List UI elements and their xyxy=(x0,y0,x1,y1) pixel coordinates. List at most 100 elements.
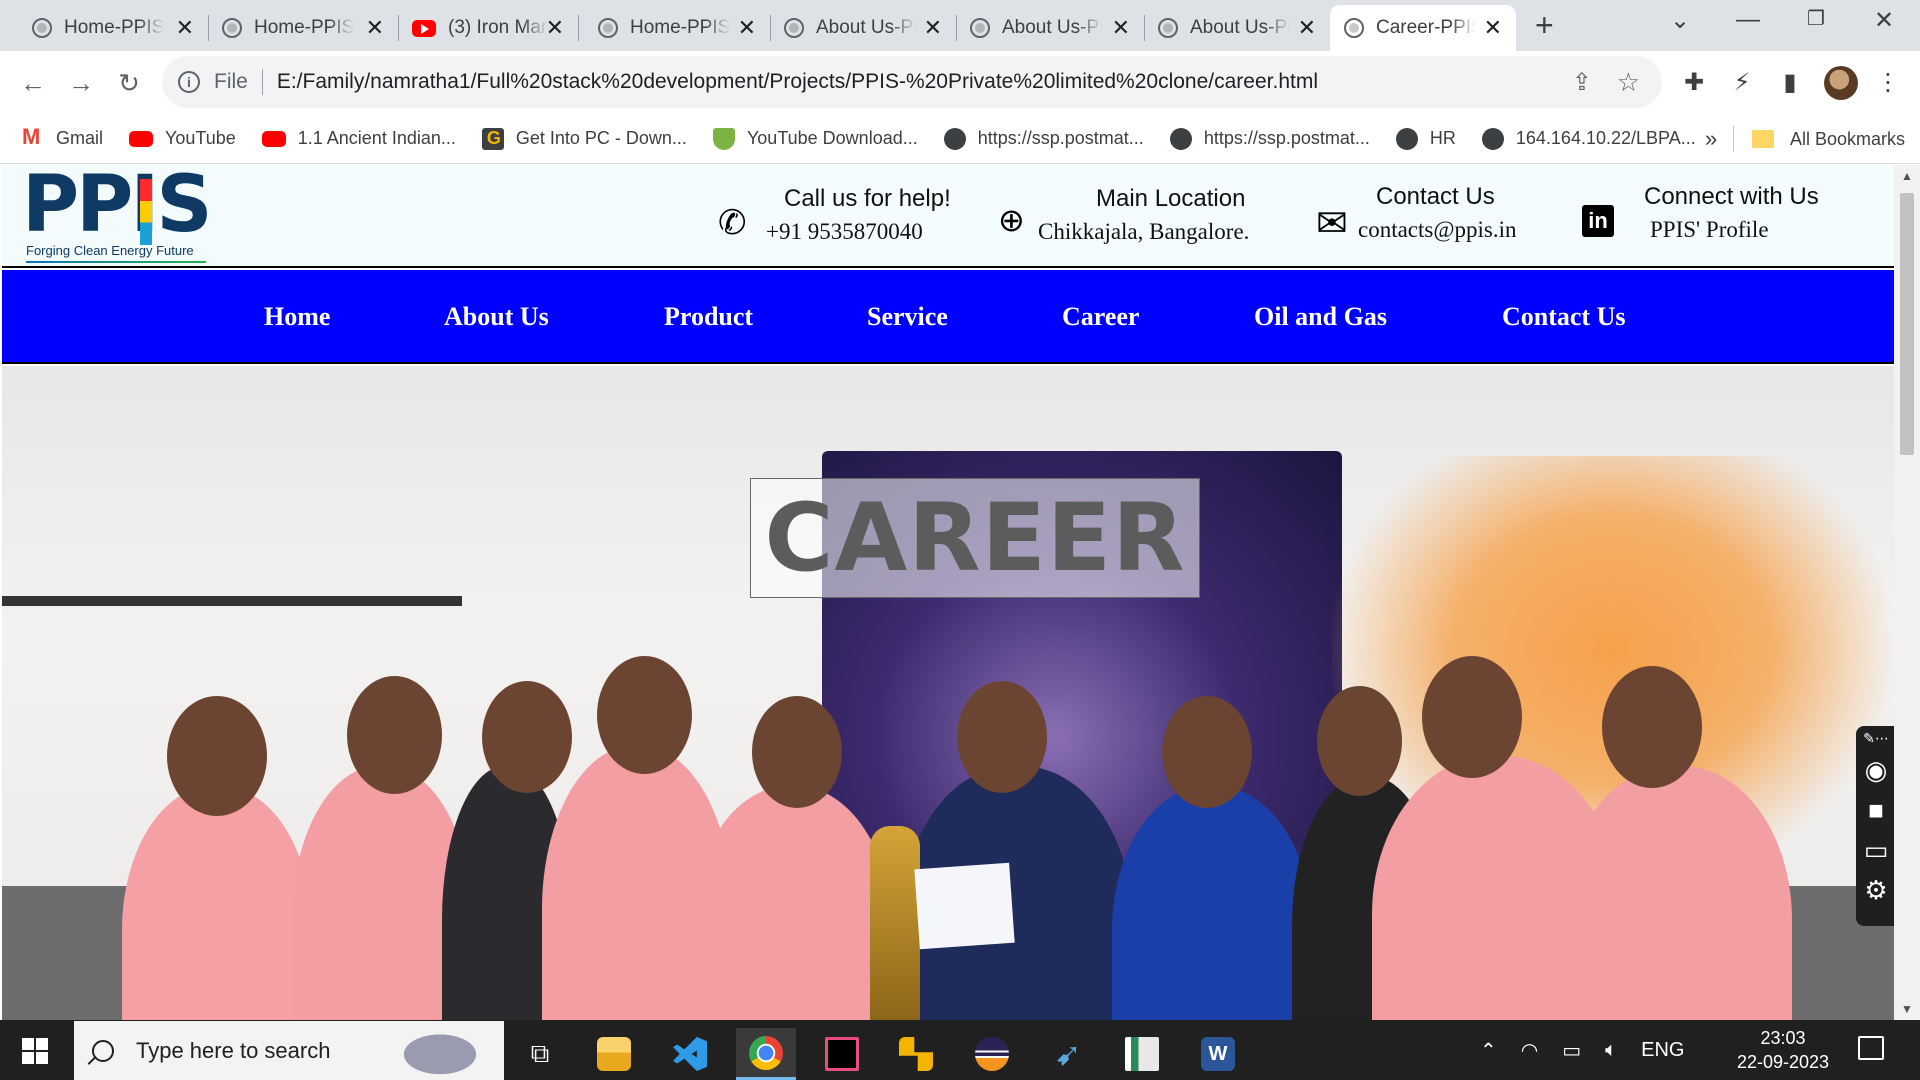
clock[interactable]: 23:03 22-09-2023 xyxy=(1733,1026,1833,1074)
close-tab-icon[interactable]: ✕ xyxy=(738,17,756,39)
mysql-icon[interactable]: ➹ xyxy=(1038,1028,1098,1080)
back-icon[interactable]: ← xyxy=(14,64,52,102)
header-contact[interactable]: ✉ Contact Us contacts@ppis.in xyxy=(1316,183,1556,245)
scroll-thumb[interactable] xyxy=(1900,193,1914,455)
tab-title: Career-PPIS xyxy=(1376,17,1476,38)
nav-contact-us[interactable]: Contact Us xyxy=(1502,302,1626,332)
bookmark-star-icon[interactable]: ☆ xyxy=(1617,67,1640,98)
all-bookmarks-button[interactable]: All Bookmarks xyxy=(1752,114,1905,164)
omnibox-divider xyxy=(261,69,263,95)
wifi-icon[interactable]: ◠ xyxy=(1521,1038,1538,1063)
trophy xyxy=(870,826,920,1020)
minimize-icon[interactable]: — xyxy=(1728,6,1768,34)
pen-icon[interactable]: ✎⋯ xyxy=(1856,726,1896,750)
intellij-icon[interactable] xyxy=(812,1028,872,1080)
restore-icon[interactable]: ❐ xyxy=(1796,6,1836,31)
windows-start-icon[interactable] xyxy=(22,1038,48,1064)
tab-5[interactable]: About Us-PPIS ✕ xyxy=(770,5,957,51)
search-highlight-image xyxy=(394,1029,486,1075)
file-explorer-icon[interactable] xyxy=(584,1028,644,1080)
close-tab-icon[interactable]: ✕ xyxy=(1298,17,1316,39)
word-icon[interactable]: W xyxy=(1188,1028,1248,1080)
bookmark-getintopc[interactable]: Get Into PC - Down... xyxy=(481,127,687,150)
tab-2[interactable]: Home-PPIS ✕ xyxy=(208,5,399,51)
clock-time: 23:03 xyxy=(1760,1028,1806,1048)
bookmark-label: 1.1 Ancient Indian... xyxy=(297,128,456,148)
scroll-up-icon[interactable]: ▲ xyxy=(1901,169,1913,183)
eclipse-icon[interactable] xyxy=(962,1028,1022,1080)
bookmark-gmail[interactable]: Gmail xyxy=(22,124,103,150)
header-connect[interactable]: in Connect with Us PPIS' Profile xyxy=(1582,183,1822,243)
close-tab-icon[interactable]: ✕ xyxy=(1112,17,1130,39)
youtube-icon xyxy=(261,130,286,147)
tab-6[interactable]: About Us-PPIS ✕ xyxy=(956,5,1145,51)
bookmark-ssp-2[interactable]: https://ssp.postmat... xyxy=(1169,127,1370,150)
nav-about-us[interactable]: About Us xyxy=(444,302,549,332)
bookmark-ssp-1[interactable]: https://ssp.postmat... xyxy=(943,127,1144,150)
video-icon[interactable]: ■ xyxy=(1856,790,1896,830)
tab-7[interactable]: About Us-PPIS ✕ xyxy=(1144,5,1330,51)
chrome-icon[interactable] xyxy=(736,1028,796,1080)
nav-career[interactable]: Career xyxy=(1062,302,1139,332)
nav-service[interactable]: Service xyxy=(867,302,948,332)
nav-home[interactable]: Home xyxy=(264,302,330,332)
bookmark-lbpa[interactable]: 164.164.10.22/LBPA... xyxy=(1481,127,1696,150)
new-tab-button[interactable]: + xyxy=(1535,8,1554,42)
reload-icon[interactable]: ↻ xyxy=(110,64,148,102)
share-icon[interactable]: ⇪ xyxy=(1572,68,1592,97)
close-tab-icon[interactable]: ✕ xyxy=(366,17,384,39)
close-tab-icon[interactable]: ✕ xyxy=(924,17,942,39)
taskbar-search-box[interactable]: Type here to search xyxy=(74,1021,504,1080)
url-text[interactable]: E:/Family/namratha1/Full%20stack%20devel… xyxy=(277,70,1318,94)
language-indicator[interactable]: ENG xyxy=(1641,1039,1684,1062)
menu-kebab-icon[interactable]: ⋮ xyxy=(1872,67,1904,99)
camera-icon[interactable]: ◉ xyxy=(1856,750,1896,790)
close-tab-icon[interactable]: ✕ xyxy=(546,17,564,39)
extensions-puzzle-icon[interactable]: ✚ xyxy=(1678,67,1710,99)
person-head xyxy=(752,696,842,808)
info-icon[interactable]: i xyxy=(178,71,200,93)
notification-icon[interactable] xyxy=(1858,1036,1884,1060)
app-icon[interactable] xyxy=(1112,1028,1172,1080)
side-panel-icon[interactable]: ▮ xyxy=(1774,67,1806,99)
vscode-icon[interactable] xyxy=(660,1028,720,1080)
nav-oil-and-gas[interactable]: Oil and Gas xyxy=(1254,302,1387,332)
nav-product[interactable]: Product xyxy=(664,302,753,332)
bookmarks-overflow-button[interactable]: » xyxy=(1705,114,1717,164)
bookmark-youtube[interactable]: YouTube xyxy=(129,128,236,149)
gear-icon[interactable]: ⚙ xyxy=(1856,870,1896,910)
profile-avatar[interactable] xyxy=(1824,66,1858,100)
forward-icon[interactable]: → xyxy=(62,64,100,102)
globe-icon xyxy=(1481,127,1504,150)
address-bar[interactable]: i File E:/Family/namratha1/Full%20stack%… xyxy=(162,56,1662,108)
tab-8-active[interactable]: Career-PPIS ✕ xyxy=(1330,5,1516,51)
tab-search-icon[interactable]: ⌄ xyxy=(1660,6,1700,35)
bookmark-ancient-indian[interactable]: 1.1 Ancient Indian... xyxy=(261,128,456,149)
scroll-down-icon[interactable]: ▼ xyxy=(1901,1002,1913,1016)
close-tab-icon[interactable]: ✕ xyxy=(1484,17,1502,39)
battery-icon[interactable]: ▭ xyxy=(1562,1038,1581,1063)
vertical-scrollbar[interactable]: ▲ ▼ xyxy=(1894,165,1920,1020)
extension-icon[interactable]: ⚡ xyxy=(1726,67,1758,99)
linkedin-icon[interactable]: in xyxy=(1582,205,1614,237)
volume-icon[interactable]: 🔈︎ xyxy=(1605,1039,1617,1062)
person xyxy=(122,786,312,1020)
window-icon[interactable]: ▭ xyxy=(1856,830,1896,870)
bookmark-label: Get Into PC - Down... xyxy=(515,128,687,148)
bookmark-youtube-downloader[interactable]: YouTube Download... xyxy=(712,127,918,150)
close-tab-icon[interactable]: ✕ xyxy=(176,17,194,39)
tab-4[interactable]: Home-PPIS ✕ xyxy=(584,5,771,51)
task-view-icon[interactable]: ⧉ xyxy=(510,1028,570,1080)
close-window-icon[interactable]: ✕ xyxy=(1864,6,1904,35)
linkedin-profile-link[interactable]: PPIS' Profile xyxy=(1582,217,1822,243)
tab-1[interactable]: Home-PPIS ✕ xyxy=(18,5,209,51)
site-header: PPIS Forging Clean Energy Future ✆ Call … xyxy=(2,165,1894,268)
ppis-logo[interactable]: PPIS Forging Clean Energy Future xyxy=(22,165,213,263)
tab-3[interactable]: (3) Iron Man ✕ xyxy=(398,5,579,51)
contact-email[interactable]: contacts@ppis.in xyxy=(1316,217,1556,243)
globe-icon xyxy=(1344,18,1364,38)
tab-title: Home-PPIS xyxy=(630,17,730,38)
chevron-up-icon[interactable]: ⌃ xyxy=(1480,1038,1497,1063)
app-icon[interactable] xyxy=(886,1028,946,1080)
bookmark-hr[interactable]: HR xyxy=(1395,127,1456,150)
